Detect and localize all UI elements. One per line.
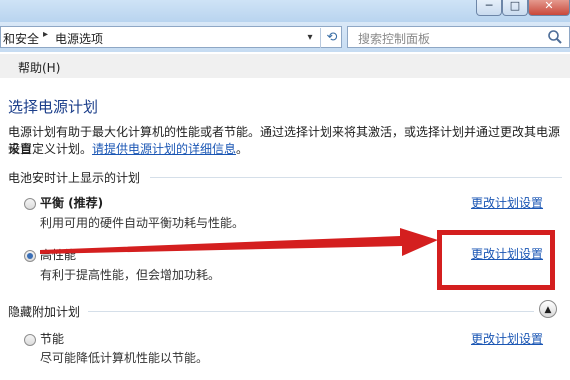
refresh-icon[interactable]: ⟲ (320, 28, 343, 48)
address-bar[interactable]: 和安全 ▸ 电源选项 ▾ ⟲ (0, 26, 342, 48)
chevron-up-icon[interactable]: ▲ (539, 300, 557, 318)
plan-name-balanced[interactable]: 平衡 (推荐) (40, 194, 103, 211)
search-input[interactable]: 搜索控制面板 (358, 30, 430, 47)
section-divider (88, 311, 534, 312)
menu-bar: 帮助(H) (0, 54, 570, 79)
radio-high-performance[interactable] (24, 250, 36, 262)
section-hidden-plans: 隐藏附加计划 (8, 305, 81, 319)
annotation-arrow-icon (40, 228, 438, 256)
address-dropdown-icon[interactable]: ▾ (301, 29, 319, 47)
section-battery-plans: 电池安时计上显示的计划 (8, 171, 141, 185)
plan-name-power-saver[interactable]: 节能 (40, 330, 64, 347)
page-title: 选择电源计划 (8, 98, 99, 116)
description-prefix: 来自定义计划。 (8, 142, 93, 156)
title-bar: ─ □ ✕ (0, 0, 570, 22)
change-plan-settings-power-saver[interactable]: 更改计划设置 (471, 330, 543, 347)
main-content: 选择电源计划 电源计划有助于最大化计算机的性能或者节能。通过选择计划来将其激活，… (0, 78, 570, 380)
page-description-line2: 来自定义计划。请提供电源计划的详细信息。 (8, 140, 248, 157)
plan-desc-high-performance: 有利于提高性能，但会增加功耗。 (40, 268, 221, 282)
radio-power-saver[interactable] (24, 334, 36, 346)
annotation-highlight-box (437, 230, 555, 290)
menu-help[interactable]: 帮助(H) (18, 59, 60, 76)
navigation-bar: 和安全 ▸ 电源选项 ▾ ⟲ 搜索控制面板 (0, 22, 570, 52)
search-icon[interactable] (547, 29, 563, 45)
plan-details-link[interactable]: 请提供电源计划的详细信息 (92, 142, 236, 156)
search-box[interactable]: 搜索控制面板 (347, 26, 570, 48)
breadcrumb-separator-icon[interactable]: ▸ (43, 29, 48, 40)
radio-balanced[interactable] (24, 198, 36, 210)
description-suffix: 。 (236, 142, 249, 156)
breadcrumb-power-options[interactable]: 电源选项 (55, 30, 103, 47)
change-plan-settings-balanced[interactable]: 更改计划设置 (471, 194, 543, 211)
section-divider (150, 177, 562, 178)
maximize-button[interactable]: □ (502, 0, 528, 16)
close-button[interactable]: ✕ (528, 0, 570, 16)
minimize-button[interactable]: ─ (476, 0, 502, 16)
breadcrumb-security[interactable]: 和安全 (3, 30, 39, 47)
plan-desc-power-saver: 尽可能降低计算机性能以节能。 (40, 351, 209, 365)
